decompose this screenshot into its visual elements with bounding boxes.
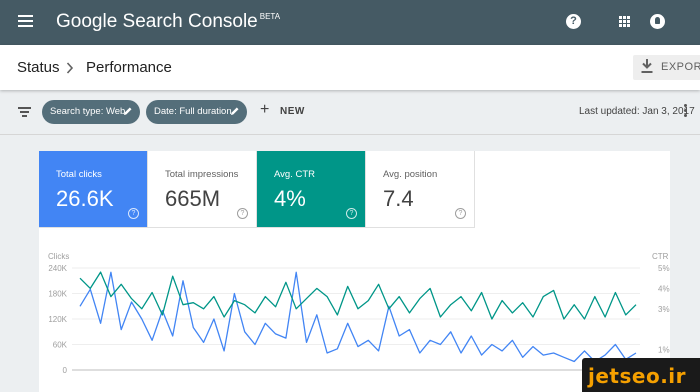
notifications-bell-icon[interactable]: [650, 14, 665, 29]
metric-value: 4%: [274, 186, 306, 211]
metric-value: 7.4: [383, 186, 414, 211]
date-chip[interactable]: Date: Full duration: [146, 100, 247, 124]
help-icon[interactable]: ?: [455, 208, 466, 219]
help-icon[interactable]: ?: [346, 208, 357, 219]
app-title[interactable]: Google Search Console BETA: [56, 11, 280, 33]
metric-card-avg-ctr[interactable]: Avg. CTR 4% ?: [257, 151, 366, 228]
metric-title: Total impressions: [165, 169, 239, 180]
metric-card-total-clicks[interactable]: Total clicks 26.6K ?: [39, 151, 148, 228]
divider: [0, 134, 700, 135]
export-label: EXPORT: [661, 61, 700, 73]
help-icon[interactable]: ?: [237, 208, 248, 219]
breadcrumb: Status Performance EXPORT: [0, 45, 700, 90]
watermark-text: jetseo.ir: [588, 364, 687, 388]
metric-card-total-impressions[interactable]: Total impressions 665M ?: [148, 151, 257, 228]
chip-label: Date: Full duration: [154, 106, 232, 117]
search-type-chip[interactable]: Search type: Web: [42, 100, 140, 124]
page-title: Performance: [86, 59, 172, 76]
help-icon[interactable]: ?: [566, 14, 581, 29]
metric-value: 665M: [165, 186, 221, 211]
more-vert-icon[interactable]: [684, 104, 687, 118]
last-updated-text: Last updated: Jan 3, 2017: [579, 106, 695, 117]
chevron-right-icon: [66, 62, 74, 74]
metric-title: Avg. position: [383, 169, 438, 180]
export-button[interactable]: EXPORT: [633, 55, 700, 80]
metric-title: Avg. CTR: [274, 169, 316, 180]
help-icon[interactable]: ?: [128, 208, 139, 219]
apps-grid-icon[interactable]: [619, 16, 630, 27]
app-bar: Google Search Console BETA ?: [0, 0, 700, 45]
metric-title: Total clicks: [56, 169, 102, 180]
breadcrumb-status[interactable]: Status: [17, 59, 60, 76]
edit-icon: [124, 107, 132, 115]
watermark-logo: jetseo.ir: [582, 358, 700, 392]
metric-value: 26.6K: [56, 186, 114, 211]
menu-icon[interactable]: [18, 15, 33, 27]
download-icon: [641, 59, 653, 73]
chip-label: Search type: Web: [50, 106, 126, 117]
edit-icon: [231, 107, 239, 115]
new-label: NEW: [280, 106, 305, 117]
filter-icon[interactable]: [18, 107, 31, 117]
metric-card-avg-position[interactable]: Avg. position 7.4 ?: [366, 151, 475, 228]
performance-panel: Total clicks 26.6K ? Total impressions 6…: [39, 151, 670, 392]
plus-icon: +: [260, 101, 270, 118]
beta-tag: BETA: [259, 12, 281, 21]
